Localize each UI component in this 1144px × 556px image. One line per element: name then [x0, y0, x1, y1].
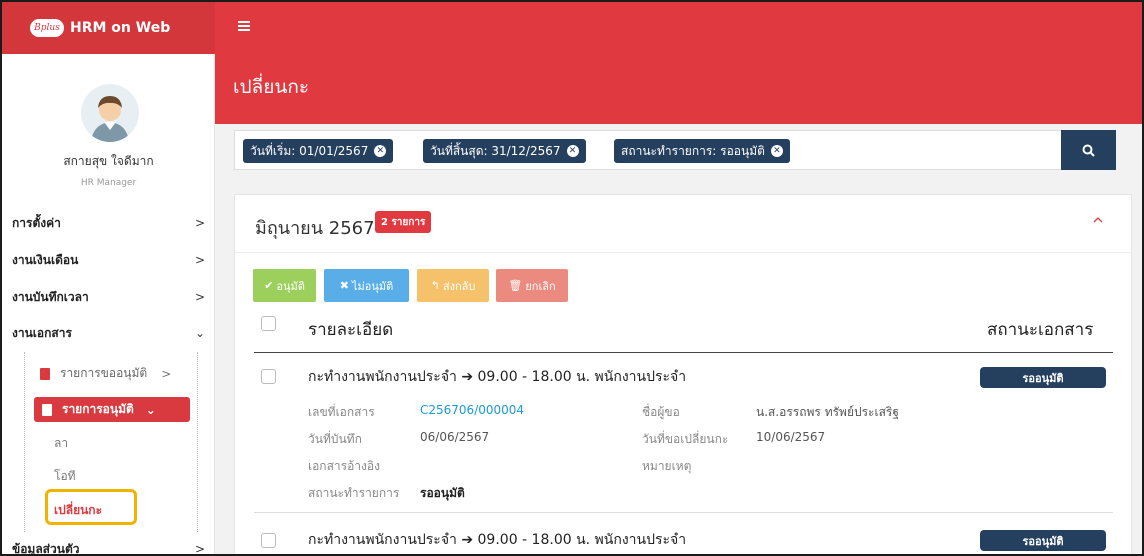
field-label: เอกสารอ้างอิง: [308, 459, 380, 473]
requester-value: น.ส.อรรถพร ทรัพย์ประเสริฐ: [756, 405, 899, 419]
close-icon[interactable]: ✕: [566, 145, 579, 157]
row-checkbox[interactable]: [261, 369, 276, 384]
submenu-divider: [197, 352, 198, 532]
menu-settings[interactable]: การตั้งค่า >: [2, 213, 215, 233]
search-button[interactable]: [1061, 130, 1116, 170]
field-label: เลขที่เอกสาร: [308, 405, 375, 419]
submenu-divider: [24, 352, 25, 532]
chevron-right-icon: >: [161, 366, 172, 381]
row-title[interactable]: กะทำงานพนักงานประจำ ➔ 09.00 - 18.00 น. พ…: [308, 366, 686, 388]
reply-icon: ↰: [430, 279, 440, 292]
brand-logo: Bplus: [30, 19, 64, 37]
menu-payroll[interactable]: งานเงินเดือน >: [2, 250, 215, 270]
record-date-value: 06/06/2567: [420, 430, 490, 444]
return-label: ส่งกลับ: [442, 279, 476, 293]
chevron-up-icon[interactable]: [1093, 213, 1103, 227]
highlight-box: [45, 489, 137, 525]
reject-button[interactable]: ✖ ไม่อนุมัติ: [324, 269, 409, 302]
chevron-down-icon: ⌄: [145, 402, 156, 417]
submenu-ot[interactable]: โอที: [54, 467, 76, 486]
submenu-leave[interactable]: ลา: [54, 434, 68, 453]
column-header-status: สถานะเอกสาร: [987, 320, 1094, 340]
reject-label: ไม่อนุมัติ: [351, 279, 394, 293]
status-badge: รออนุมัติ: [980, 530, 1106, 551]
chevron-right-icon: >: [194, 290, 205, 304]
close-icon[interactable]: ✕: [374, 145, 387, 157]
user-role: HR Manager: [80, 178, 137, 188]
change-date-value: 10/06/2567: [756, 430, 826, 444]
submenu-pending[interactable]: รายการขออนุมัติ >: [40, 364, 171, 383]
menu-label: การตั้งค่า: [12, 215, 61, 230]
app-name: HRM on Web: [70, 20, 171, 36]
menu-personal-info[interactable]: ข้อมูลส่วนตัว >: [2, 539, 215, 556]
chevron-right-icon: >: [194, 216, 205, 230]
column-header-detail: รายละเอียด: [308, 320, 394, 340]
chip-label: สถานะทำรายการ: รออนุมัติ: [621, 143, 765, 158]
chip-label: วันที่สิ้นสุด: 31/12/2567: [430, 143, 561, 158]
menu-label: งานเอกสาร: [12, 325, 72, 340]
field-label: วันที่ขอเปลี่ยนกะ: [642, 432, 729, 446]
x-icon: ✖: [339, 279, 349, 292]
avatar: [81, 84, 139, 142]
status-badge: รออนุมัติ: [980, 367, 1106, 388]
field-label: หมายเหตุ: [642, 459, 692, 473]
return-button[interactable]: ↰ ส่งกลับ: [417, 269, 489, 302]
header-divider: [254, 352, 1113, 353]
menu-time-record[interactable]: งานบันทึกเวลา >: [2, 287, 215, 307]
cancel-label: ยกเลิก: [525, 279, 556, 293]
filter-chip-end-date[interactable]: วันที่สิ้นสุด: 31/12/2567 ✕: [423, 139, 586, 163]
field-label: วันที่บันทึก: [308, 432, 362, 446]
chip-label: วันที่เริ่ม: 01/01/2567: [250, 143, 369, 158]
filter-chip-status[interactable]: สถานะทำรายการ: รออนุมัติ ✕: [614, 139, 790, 163]
approve-button[interactable]: ✔ อนุมัติ: [253, 269, 316, 302]
app-window: Bplus HRM on Web เปลี่ยนกะ สกายสุข ใจดีม…: [0, 0, 1144, 556]
document-icon: [40, 367, 50, 380]
hamburger-icon[interactable]: [238, 20, 250, 32]
check-icon: ✔: [264, 279, 274, 292]
submenu-label: รายการอนุมัติ: [62, 402, 134, 416]
field-label: สถานะทำรายการ: [308, 486, 400, 500]
sidebar: สกายสุข ใจดีมาก HR Manager การตั้งค่า > …: [2, 54, 215, 556]
menu-label: ข้อมูลส่วนตัว: [12, 541, 80, 556]
user-name: สกายสุข ใจดีมาก: [63, 154, 154, 168]
page-title: เปลี่ยนกะ: [233, 76, 310, 98]
chevron-down-icon: ⌄: [194, 326, 205, 340]
card-header[interactable]: มิถุนายน 2567 2 รายการ: [235, 195, 1133, 253]
submenu-label: รายการขออนุมัติ: [60, 366, 148, 380]
doc-number-link[interactable]: C256706/000004: [420, 403, 524, 417]
count-badge: 2 รายการ: [375, 211, 432, 233]
document-icon: [42, 403, 52, 416]
brand[interactable]: Bplus HRM on Web: [2, 2, 215, 54]
filter-chip-start-date[interactable]: วันที่เริ่ม: 01/01/2567 ✕: [243, 139, 394, 163]
close-icon[interactable]: ✕: [770, 145, 783, 157]
filter-bar[interactable]: วันที่เริ่ม: 01/01/2567 ✕ วันที่สิ้นสุด:…: [234, 130, 1062, 170]
chevron-right-icon: >: [194, 253, 205, 267]
state-value: รออนุมัติ: [420, 486, 465, 500]
row-checkbox[interactable]: [261, 533, 276, 548]
row-title[interactable]: กะทำงานพนักงานประจำ ➔ 09.00 - 18.00 น. พ…: [308, 529, 686, 551]
field-label: ชื่อผู้ขอ: [642, 405, 680, 419]
month-title: มิถุนายน 2567: [255, 218, 375, 239]
approve-label: อนุมัติ: [276, 279, 305, 293]
search-icon: [1082, 144, 1095, 157]
page-header: เปลี่ยนกะ: [215, 54, 1142, 124]
trash-icon: 🗑: [508, 279, 523, 292]
menu-label: งานเงินเดือน: [12, 252, 79, 267]
row-divider: [254, 512, 1113, 513]
select-all-checkbox[interactable]: [261, 316, 276, 331]
menu-documents[interactable]: งานเอกสาร ⌄: [2, 323, 215, 343]
chevron-right-icon: >: [194, 542, 205, 556]
menu-label: งานบันทึกเวลา: [12, 289, 89, 304]
submenu-approved[interactable]: รายการอนุมัติ ⌄: [34, 397, 190, 422]
cancel-button[interactable]: 🗑 ยกเลิก: [496, 269, 568, 302]
